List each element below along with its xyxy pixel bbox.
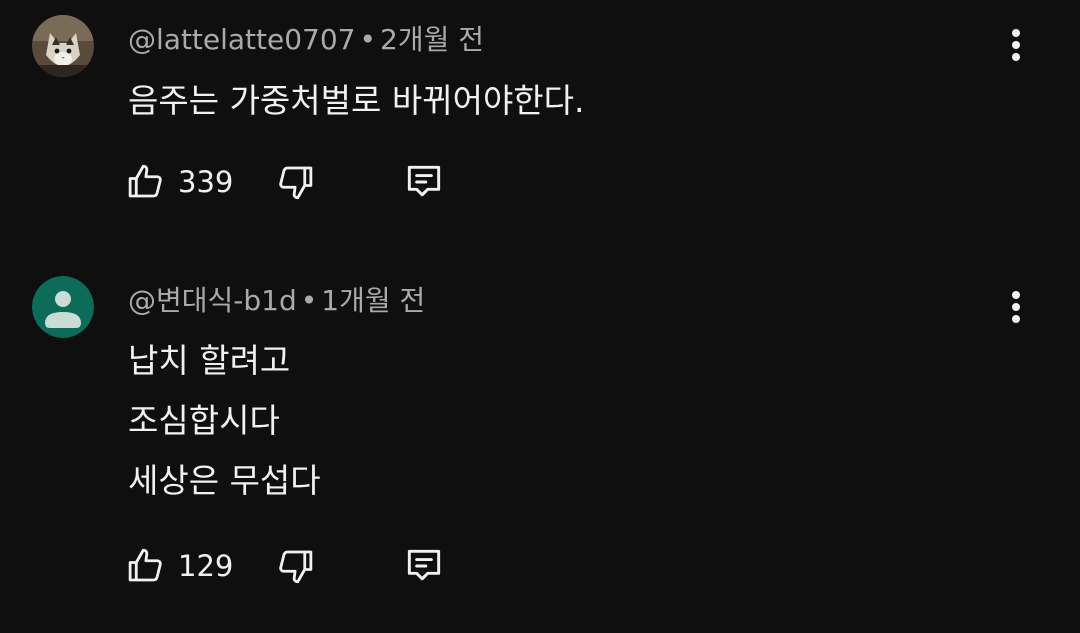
comment-actions: 339 xyxy=(124,158,464,206)
thumbs-up-icon xyxy=(128,548,162,582)
comment-meta: @변대식-b1d • 1개월 전 xyxy=(128,279,425,319)
reply-button[interactable] xyxy=(400,158,448,206)
comment-text-line: 납치 할려고 xyxy=(128,341,291,380)
cat-photo-icon xyxy=(32,15,94,77)
thumbs-down-icon xyxy=(279,166,313,200)
comment-time: 1개월 전 xyxy=(321,284,426,317)
comment-text-line: 세상은 무섭다 xyxy=(128,461,321,500)
meta-separator: • xyxy=(300,284,318,317)
author-name[interactable]: @변대식-b1d xyxy=(128,284,297,317)
comment-time: 2개월 전 xyxy=(380,23,485,56)
dislike-button[interactable] xyxy=(272,158,320,206)
author-name[interactable]: @lattelatte0707 xyxy=(128,23,356,56)
like-count: 339 xyxy=(178,165,234,199)
comment-thread-2: @변대식-b1d • 1개월 전 납치 할려고 조심합시다 세상은 무섭다 129 xyxy=(0,240,1080,633)
reply-icon xyxy=(407,165,441,197)
dislike-button[interactable] xyxy=(272,542,320,590)
comment-thread-1: @lattelatte0707 • 2개월 전 음주는 가중처벌로 바뀌어야한다. … xyxy=(0,0,1080,240)
meta-separator: • xyxy=(359,23,377,56)
more-button[interactable] xyxy=(1000,25,1032,65)
thumbs-down-icon xyxy=(279,550,313,584)
person-icon xyxy=(32,276,94,338)
avatar[interactable] xyxy=(32,276,94,338)
more-button[interactable] xyxy=(1000,287,1032,327)
comment-actions: 129 xyxy=(124,542,464,590)
avatar[interactable] xyxy=(32,15,94,77)
comment-text-line: 조심합시다 xyxy=(128,401,280,440)
like-count: 129 xyxy=(178,549,234,583)
more-vert-icon xyxy=(1012,29,1020,61)
thumbs-up-icon xyxy=(128,164,162,198)
like-button[interactable]: 339 xyxy=(124,158,233,206)
reply-icon xyxy=(407,549,441,581)
comment-meta: @lattelatte0707 • 2개월 전 xyxy=(128,18,484,58)
like-button[interactable]: 129 xyxy=(124,542,233,590)
more-vert-icon xyxy=(1012,291,1020,323)
reply-button[interactable] xyxy=(400,542,448,590)
comment-text: 음주는 가중처벌로 바뀌어야한다. xyxy=(128,81,585,120)
